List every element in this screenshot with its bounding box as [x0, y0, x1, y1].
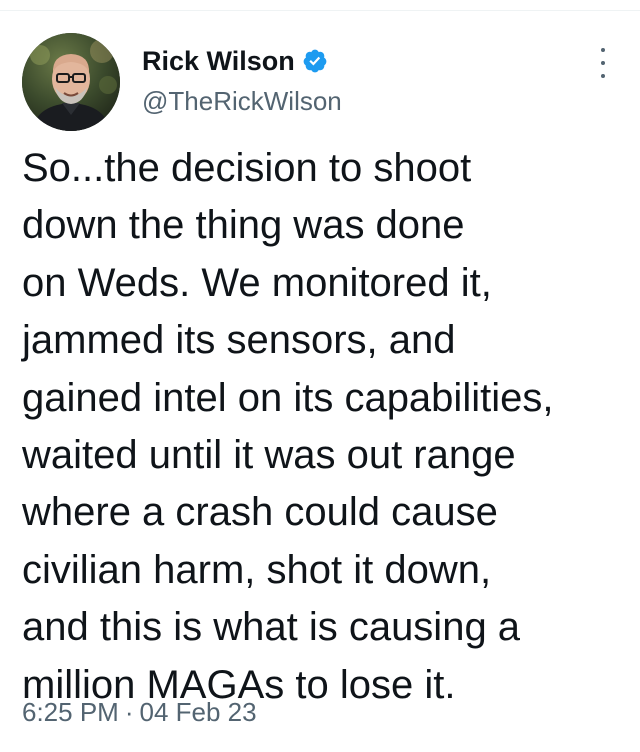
tweet-text-line: down the thing was done: [22, 203, 465, 248]
tweet-text-line: jammed its sensors, and: [22, 318, 456, 363]
more-dot-1: [601, 48, 605, 52]
tweet-text-line: waited until it was out range: [22, 433, 516, 478]
tweet-text-line: gained intel on its capabilities,: [22, 375, 554, 420]
more-dot-3: [601, 74, 605, 78]
author-name-row: Rick Wilson: [142, 42, 328, 80]
author-handle[interactable]: @TheRickWilson: [142, 86, 342, 117]
tweet-text-line: and this is what is causing a: [22, 605, 521, 650]
tweet-time[interactable]: 6:25 PM: [22, 697, 119, 727]
tweet-text-line: So...the decision to shoot: [22, 146, 472, 190]
author-display-name[interactable]: Rick Wilson: [142, 46, 295, 77]
more-options-icon[interactable]: [592, 48, 614, 78]
tweet-text-line: on Weds. We monitored it,: [22, 260, 492, 305]
tweet-text: So...the decision to shoot down the thin…: [22, 140, 632, 714]
avatar-image: [22, 33, 120, 131]
timestamp-separator: ·: [124, 697, 134, 727]
tweet-date[interactable]: 04 Feb 23: [140, 697, 257, 727]
tweet-timestamp: 6:25 PM · 04 Feb 23: [22, 697, 257, 728]
tweet-text-line: where a crash could cause: [22, 490, 498, 535]
avatar[interactable]: [22, 33, 120, 131]
verified-badge-icon: [302, 48, 328, 74]
more-dot-2: [601, 61, 605, 65]
tweet-text-line: civilian harm, shot it down,: [22, 547, 492, 592]
top-divider: [0, 0, 640, 11]
